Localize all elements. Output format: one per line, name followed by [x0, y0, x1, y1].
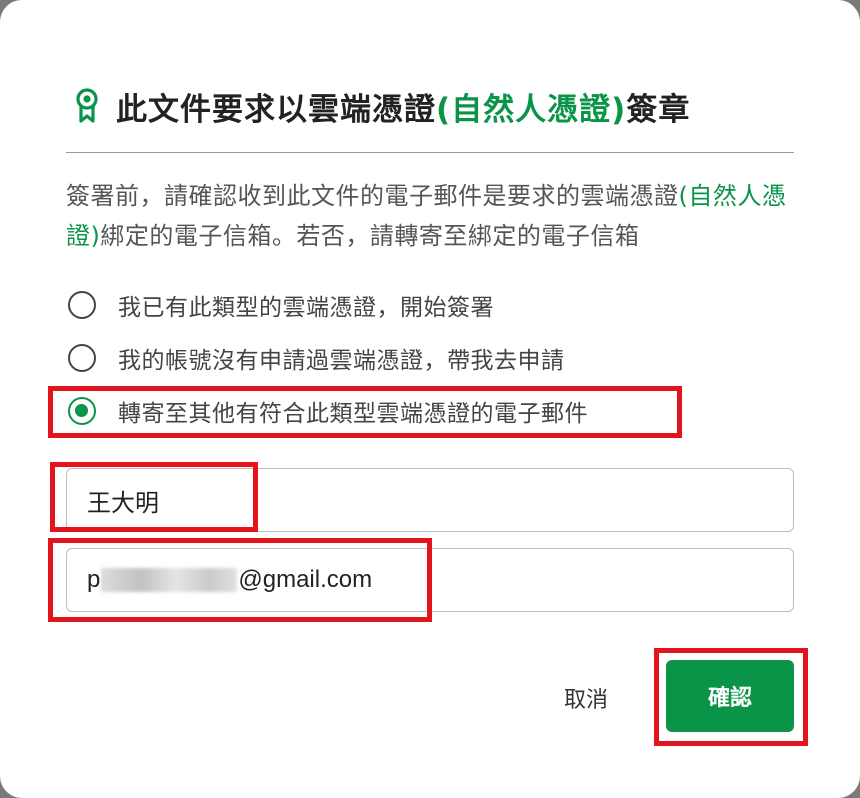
radio-button[interactable]	[68, 344, 96, 372]
certificate-ribbon-icon	[76, 88, 98, 123]
radio-button-selected[interactable]	[68, 397, 96, 425]
radio-button[interactable]	[68, 291, 96, 319]
option-start-signing[interactable]: 我已有此類型的雲端憑證，開始簽署	[68, 287, 494, 323]
dialog-title: 此文件要求以雲端憑證(自然人憑證)簽章	[116, 84, 690, 129]
email-input[interactable]: p @gmail.com	[66, 548, 794, 612]
dialog-header: 此文件要求以雲端憑證(自然人憑證)簽章	[74, 84, 690, 128]
title-prefix: 此文件要求以雲端憑證	[116, 91, 436, 128]
cancel-button[interactable]: 取消	[546, 676, 626, 720]
email-prefix: p	[87, 566, 101, 593]
title-suffix: 簽章	[626, 91, 691, 128]
header-divider	[66, 152, 794, 153]
redacted-text	[101, 568, 238, 592]
option-label: 我的帳號沒有申請過雲端憑證，帶我去申請	[118, 348, 565, 374]
name-input[interactable]: 王大明	[66, 468, 794, 532]
title-highlight: (自然人憑證)	[436, 91, 627, 128]
name-value: 王大明	[87, 489, 159, 517]
cloud-certificate-dialog: 此文件要求以雲端憑證(自然人憑證)簽章 簽署前，請確認收到此文件的電子郵件是要求…	[0, 0, 860, 798]
confirm-button[interactable]: 確認	[666, 660, 794, 732]
option-label: 我已有此類型的雲端憑證，開始簽署	[118, 295, 494, 321]
dialog-description: 簽署前，請確認收到此文件的電子郵件是要求的雲端憑證(自然人憑證)綁定的電子信箱。…	[66, 176, 796, 256]
description-text-1: 簽署前，請確認收到此文件的電子郵件是要求的雲端憑證	[66, 182, 679, 210]
description-text-2: 綁定的電子信箱。若否，請轉寄至綁定的電子信箱	[100, 222, 640, 250]
email-suffix: @gmail.com	[238, 566, 373, 593]
option-label: 轉寄至其他有符合此類型雲端憑證的電子郵件	[118, 401, 588, 427]
option-apply-certificate[interactable]: 我的帳號沒有申請過雲端憑證，帶我去申請	[68, 340, 565, 376]
option-forward-email[interactable]: 轉寄至其他有符合此類型雲端憑證的電子郵件	[68, 393, 588, 429]
